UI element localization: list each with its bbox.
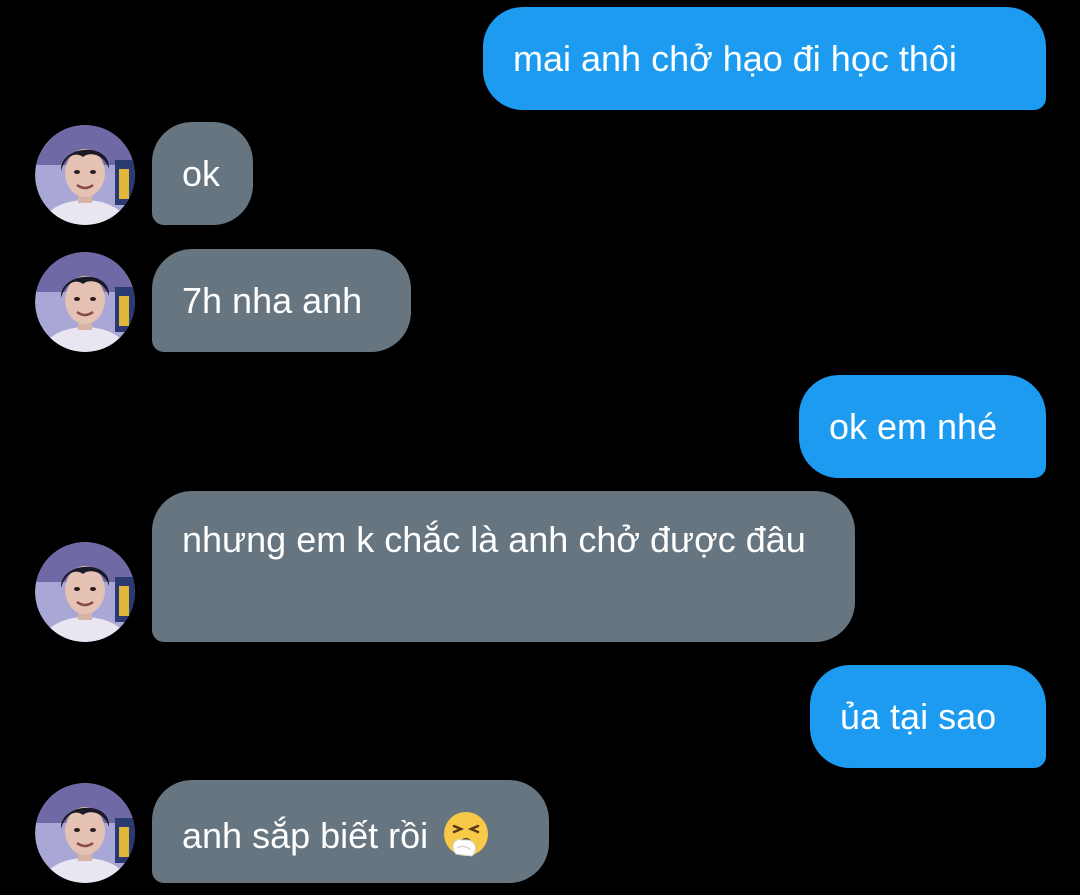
message-text: ok [182,153,221,194]
incoming-message-bubble[interactable]: 7h nha anh [152,249,411,352]
message-text: nhưng em k chắc là anh chở được đâu [182,519,806,560]
message-text: ủa tại sao [840,696,997,737]
outgoing-message-bubble[interactable]: ok em nhé [799,375,1046,478]
avatar-photo-icon [35,125,135,225]
avatar-photo-icon [35,783,135,883]
incoming-message-bubble[interactable]: anh sắp biết rồi [152,780,549,883]
outgoing-message-bubble[interactable]: ủa tại sao [810,665,1046,768]
avatar-photo-icon [35,542,135,642]
contact-avatar[interactable] [35,252,135,352]
incoming-message-bubble[interactable]: nhưng em k chắc là anh chở được đâu [152,491,855,642]
contact-avatar[interactable] [35,783,135,883]
message-text: mai anh chở hạo đi học thôi [513,38,957,79]
sneezing-face-emoji-icon [444,812,489,857]
contact-avatar[interactable] [35,542,135,642]
message-text: anh sắp biết rồi [182,815,429,856]
message-text: 7h nha anh [182,280,363,321]
contact-avatar[interactable] [35,125,135,225]
message-text: ok em nhé [829,406,998,447]
incoming-message-bubble[interactable]: ok [152,122,253,225]
outgoing-message-bubble[interactable]: mai anh chở hạo đi học thôi [483,7,1046,110]
avatar-photo-icon [35,252,135,352]
